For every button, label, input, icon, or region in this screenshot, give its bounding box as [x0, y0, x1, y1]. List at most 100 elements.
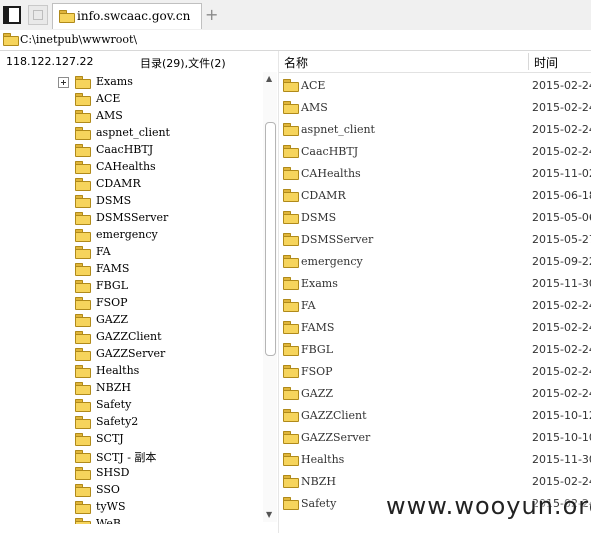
file-row[interactable]: NBZH 2015-02-24 [279, 470, 591, 492]
file-row[interactable]: GAZZClient 2015-10-12 [279, 404, 591, 426]
folder-icon [75, 399, 91, 412]
tree-item-label: SCTJ - 副本 [96, 451, 157, 464]
tree-item-label: NBZH [96, 381, 131, 394]
tree-item-label: SHSD [96, 466, 130, 479]
folder-icon [75, 450, 91, 463]
file-row[interactable]: Healths 2015-11-30 [279, 448, 591, 470]
file-row[interactable]: DSMS 2015-05-06 [279, 206, 591, 228]
file-date: 2015-02-24 [532, 299, 591, 312]
file-row[interactable]: GAZZ 2015-02-24 [279, 382, 591, 404]
folder-icon [59, 10, 75, 23]
file-name: DSMS [301, 211, 337, 224]
file-date: 2015-02-24 [532, 79, 591, 92]
folder-icon [75, 382, 91, 395]
file-row[interactable]: FBGL 2015-02-24 [279, 338, 591, 360]
new-tab-button[interactable]: + [205, 5, 218, 24]
address-path[interactable]: C:\inetpub\wwwroot\ [20, 33, 137, 46]
column-header-name[interactable]: 名称 [284, 54, 308, 71]
file-row[interactable]: DSMSServer 2015-05-27 [279, 228, 591, 250]
folder-icon [283, 475, 299, 488]
tab-active[interactable]: info.swcaac.gov.cn [52, 3, 202, 29]
file-row[interactable]: Exams 2015-11-30 [279, 272, 591, 294]
folder-icon [283, 321, 299, 334]
file-date: 2015-06-18 [532, 189, 591, 202]
folder-icon [283, 387, 299, 400]
folder-icon [75, 212, 91, 225]
file-name: Exams [301, 277, 338, 290]
file-row[interactable]: FAMS 2015-02-24 [279, 316, 591, 338]
folder-icon [75, 331, 91, 344]
file-date: 2015-11-02 [532, 167, 591, 180]
file-row[interactable]: GAZZServer 2015-10-10 [279, 426, 591, 448]
file-date: 2015-02-24 [532, 343, 591, 356]
folder-icon [75, 144, 91, 157]
file-date: 2015-02-24 [532, 321, 591, 334]
list-header: 名称 时间 [278, 51, 591, 73]
tree-item-label: Exams [96, 75, 133, 88]
expand-plus-icon[interactable] [58, 77, 69, 88]
address-bar[interactable]: C:\inetpub\wwwroot\ [0, 30, 591, 51]
panel-toggle-icon[interactable] [3, 6, 21, 24]
column-header-time[interactable]: 时间 [534, 54, 558, 71]
file-row[interactable]: AMS 2015-02-24 [279, 96, 591, 118]
folder-icon [283, 409, 299, 422]
tree-item-label: CAHealths [96, 160, 156, 173]
file-date: 2015-11-30 [532, 453, 591, 466]
file-row[interactable]: emergency 2015-09-22 [279, 250, 591, 272]
file-name: FSOP [301, 365, 333, 378]
tree-item-label: Safety [96, 398, 132, 411]
tree-item-label: SSO [96, 483, 120, 496]
folder-tree: Exams ACE AMS aspnet_client CaacHBTJ CAHealth… [0, 72, 262, 524]
tree-item-label: GAZZServer [96, 347, 166, 360]
scrollbar-thumb[interactable] [265, 122, 276, 356]
file-date: 2015-02-24 [532, 145, 591, 158]
file-row[interactable]: FSOP 2015-02-24 [279, 360, 591, 382]
file-date: 2015-10-10 [532, 431, 591, 444]
folder-icon [75, 416, 91, 429]
folder-icon [75, 110, 91, 123]
folder-icon [75, 195, 91, 208]
file-row[interactable]: ACE 2015-02-24 [279, 74, 591, 96]
file-row[interactable]: CDAMR 2015-06-18 [279, 184, 591, 206]
tree-item-label: FAMS [96, 262, 130, 275]
folder-icon [283, 79, 299, 92]
tree-item-label: ACE [96, 92, 121, 105]
folder-icon [283, 255, 299, 268]
file-row[interactable]: CAHealths 2015-11-02 [279, 162, 591, 184]
tree-item-label: FBGL [96, 279, 129, 292]
tab-title: info.swcaac.gov.cn [77, 9, 191, 23]
tree-item-label: DSMS [96, 194, 132, 207]
folder-icon [283, 123, 299, 136]
window-icon[interactable] [28, 5, 48, 25]
file-name: Healths [301, 453, 345, 466]
folder-icon [75, 229, 91, 242]
file-row[interactable]: CaacHBTJ 2015-02-24 [279, 140, 591, 162]
folder-icon [283, 233, 299, 246]
file-name: CAHealths [301, 167, 361, 180]
file-name: GAZZ [301, 387, 334, 400]
folder-icon [75, 93, 91, 106]
folder-icon [3, 33, 19, 46]
scroll-down-arrow-icon[interactable]: ▼ [266, 510, 272, 519]
file-row[interactable]: FA 2015-02-24 [279, 294, 591, 316]
file-name: FAMS [301, 321, 335, 334]
folder-icon [283, 167, 299, 180]
watermark: www.wooyun.org [386, 492, 591, 520]
folder-icon [283, 431, 299, 444]
file-name: FBGL [301, 343, 334, 356]
file-date: 2015-05-06 [532, 211, 591, 224]
file-row[interactable]: aspnet_client 2015-02-24 [279, 118, 591, 140]
folder-icon [75, 501, 91, 514]
file-date: 2015-02-24 [532, 365, 591, 378]
tree-item-label: FA [96, 245, 111, 258]
file-name: FA [301, 299, 316, 312]
folder-icon [75, 127, 91, 140]
tree-scrollbar[interactable]: ▲ ▼ [263, 72, 277, 522]
folder-icon [75, 178, 91, 191]
file-name: CaacHBTJ [301, 145, 359, 158]
column-divider[interactable] [528, 53, 529, 70]
tree-item-label: emergency [96, 228, 158, 241]
scroll-up-arrow-icon[interactable]: ▲ [266, 74, 272, 83]
folder-icon [75, 433, 91, 446]
file-date: 2015-02-24 [532, 101, 591, 114]
